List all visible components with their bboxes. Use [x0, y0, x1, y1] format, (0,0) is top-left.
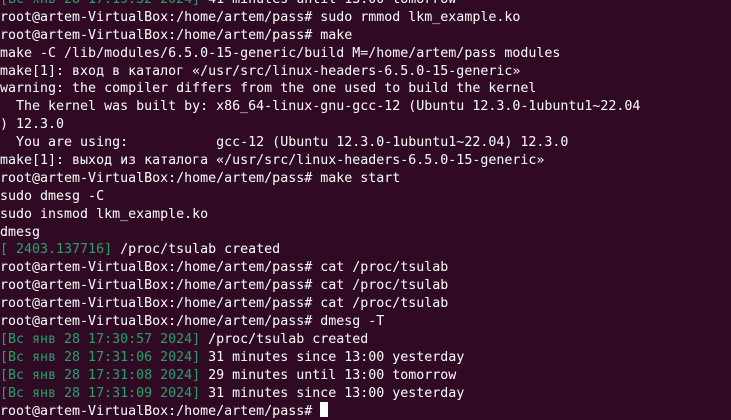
line-text: root@artem-VirtualBox:/home/artem/pass# …: [0, 314, 385, 330]
line-text: make[1]: вход в каталог «/usr/src/linux-…: [0, 63, 521, 79]
line-text: sudo dmesg -C: [0, 188, 105, 204]
shell-prompt: root@artem-VirtualBox:/home/artem/pass#: [0, 404, 321, 420]
line-text: ) 12.3.0: [0, 117, 65, 133]
line-text: /proc/tsulab created: [112, 242, 281, 258]
terminal-output[interactable]: [Вс янв 28 17:19:32 2024] 41 minutes unt…: [0, 0, 731, 420]
line-text: 31 minutes since 13:00 yesterday: [200, 349, 465, 365]
log-timestamp: [Вс янв 28 17:31:08 2024]: [0, 367, 201, 383]
terminal-line: ) 12.3.0: [0, 116, 731, 134]
terminal-line: root@artem-VirtualBox:/home/artem/pass# …: [0, 27, 731, 45]
line-text: dmesg: [0, 224, 41, 240]
terminal-line: root@artem-VirtualBox:/home/artem/pass# …: [0, 277, 731, 295]
terminal-line: sudo insmod lkm_example.ko: [0, 206, 731, 224]
line-text: root@artem-VirtualBox:/home/artem/pass# …: [0, 27, 353, 43]
terminal-line: warning: the compiler differs from the o…: [0, 80, 731, 98]
terminal-line: root@artem-VirtualBox:/home/artem/pass# …: [0, 9, 731, 27]
line-text: 41 minutes until 13:00 tomorrow: [200, 0, 456, 7]
line-text: 31 minutes since 13:00 yesterday: [200, 385, 465, 401]
terminal-line: [Вс янв 28 17:30:57 2024] /proc/tsulab c…: [0, 331, 731, 349]
log-timestamp: [Вс янв 28 17:31:09 2024]: [0, 385, 201, 401]
line-text: 29 minutes until 13:00 tomorrow: [200, 367, 457, 383]
line-text: root@artem-VirtualBox:/home/artem/pass# …: [0, 170, 401, 186]
line-text: The kernel was built by: x86_64-linux-gn…: [0, 99, 641, 115]
line-text: make[1]: выход из каталога «/usr/src/lin…: [0, 153, 545, 169]
text-cursor[interactable]: [320, 402, 329, 418]
line-text: root@artem-VirtualBox:/home/artem/pass# …: [0, 278, 449, 294]
terminal-line: [Вс янв 28 17:31:06 2024] 31 minutes sin…: [0, 349, 731, 367]
terminal-line: root@artem-VirtualBox:/home/artem/pass# …: [0, 170, 731, 188]
line-text: root@artem-VirtualBox:/home/artem/pass# …: [0, 260, 449, 276]
terminal-line: make -C /lib/modules/6.5.0-15-generic/bu…: [0, 45, 731, 63]
log-timestamp: [ 2403.137716]: [0, 242, 113, 258]
log-timestamp: [Вс янв 28 17:19:32 2024]: [0, 0, 200, 7]
terminal-line: [Вс янв 28 17:31:08 2024] 29 minutes unt…: [0, 367, 731, 385]
line-text: make -C /lib/modules/6.5.0-15-generic/bu…: [0, 45, 561, 61]
terminal-line: root@artem-VirtualBox:/home/artem/pass# …: [0, 259, 731, 277]
terminal-line: The kernel was built by: x86_64-linux-gn…: [0, 98, 731, 116]
line-text: sudo insmod lkm_example.ko: [0, 206, 209, 222]
line-text: root@artem-VirtualBox:/home/artem/pass# …: [0, 9, 521, 25]
terminal-line: root@artem-VirtualBox:/home/artem/pass#: [0, 402, 731, 420]
terminal-line: sudo dmesg -C: [0, 188, 731, 206]
terminal-line: root@artem-VirtualBox:/home/artem/pass# …: [0, 313, 731, 331]
terminal-line: root@artem-VirtualBox:/home/artem/pass# …: [0, 295, 731, 313]
terminal-line: [Вс янв 28 17:19:32 2024] 41 minutes unt…: [0, 0, 731, 9]
line-text: warning: the compiler differs from the o…: [0, 81, 537, 97]
terminal-line: make[1]: вход в каталог «/usr/src/linux-…: [0, 63, 731, 81]
line-text: You are using: gcc-12 (Ubuntu 12.3.0-1ub…: [0, 135, 569, 151]
line-text: root@artem-VirtualBox:/home/artem/pass# …: [0, 296, 449, 312]
line-text: /proc/tsulab created: [200, 331, 369, 347]
terminal-line: [ 2403.137716] /proc/tsulab created: [0, 241, 731, 259]
terminal-line: [Вс янв 28 17:31:09 2024] 31 minutes sin…: [0, 385, 731, 403]
terminal-line: You are using: gcc-12 (Ubuntu 12.3.0-1ub…: [0, 134, 731, 152]
log-timestamp: [Вс янв 28 17:31:06 2024]: [0, 349, 201, 365]
log-timestamp: [Вс янв 28 17:30:57 2024]: [0, 331, 201, 347]
terminal-line: make[1]: выход из каталога «/usr/src/lin…: [0, 152, 731, 170]
terminal-line: dmesg: [0, 224, 731, 242]
